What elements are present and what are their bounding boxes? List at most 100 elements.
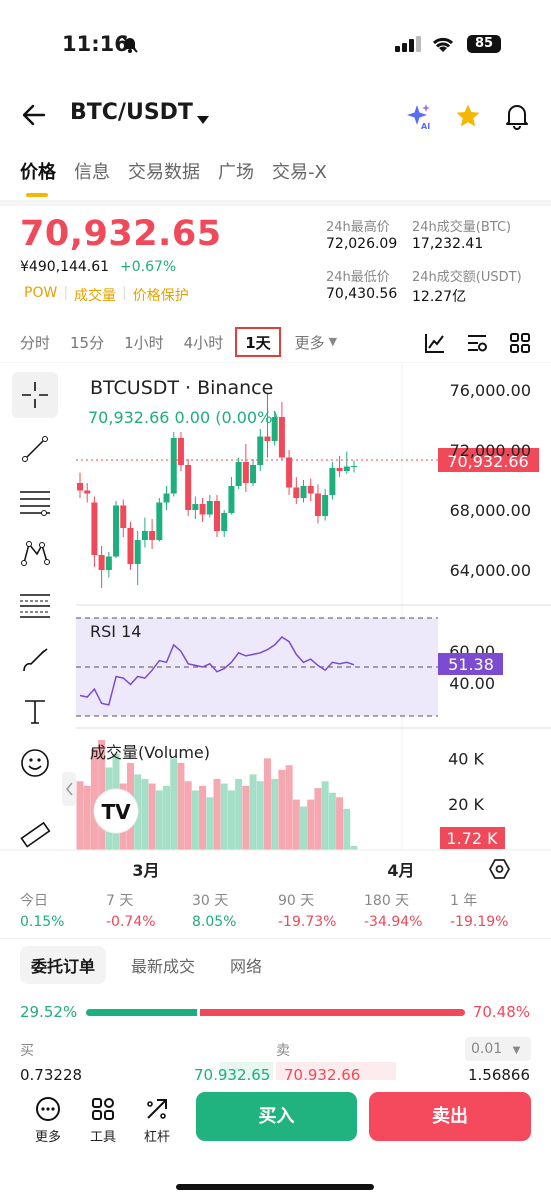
- volume-bar: [199, 785, 207, 850]
- volume-bar: [321, 781, 329, 850]
- change-percent: +0.67%: [120, 259, 177, 275]
- ai-sparkle-icon[interactable]: AI: [405, 102, 433, 134]
- timeframe-1d[interactable]: 1天: [235, 327, 281, 357]
- tools-button[interactable]: 工具: [83, 1096, 123, 1145]
- volume-bar: [83, 785, 91, 850]
- candle-body: [141, 531, 148, 540]
- trend-line-icon[interactable]: [12, 426, 58, 472]
- timeframe-line[interactable]: 分时: [20, 332, 50, 357]
- precision-select[interactable]: 0.01 ▼: [465, 1037, 531, 1061]
- perf-label: 7 天: [106, 893, 134, 909]
- tab-price[interactable]: 价格: [20, 158, 56, 184]
- leverage-button[interactable]: 杠杆: [137, 1096, 177, 1145]
- tab-recent-trades[interactable]: 最新成交: [131, 953, 195, 977]
- hexagon-settings-icon[interactable]: [488, 859, 511, 879]
- svg-text:TV: TV: [101, 800, 131, 824]
- bell-icon[interactable]: [504, 102, 530, 134]
- candle-body: [343, 466, 350, 471]
- vol-btc-value: 17,232.41: [412, 236, 484, 252]
- tab-trade-x[interactable]: 交易-X: [272, 158, 327, 184]
- sell-column-label: 卖: [276, 1043, 290, 1059]
- chevron-down-icon: ▼: [512, 1045, 521, 1056]
- volume-bar: [170, 758, 178, 850]
- volume-bar: [163, 785, 171, 850]
- candle-body: [185, 465, 192, 510]
- perf-value: -19.73%: [278, 914, 337, 930]
- buy-ratio-percent: 29.52%: [20, 1003, 78, 1021]
- tab-info[interactable]: 信息: [74, 158, 110, 184]
- price-axis-tick: 72,000.00: [450, 441, 531, 460]
- tools-grid-icon: [92, 1098, 114, 1120]
- fib-retracement-icon[interactable]: [12, 583, 58, 629]
- buy-button[interactable]: 买入: [196, 1092, 357, 1141]
- tab-square[interactable]: 广场: [218, 158, 254, 184]
- wifi-icon: [431, 35, 455, 57]
- volume-bar: [206, 797, 214, 850]
- star-icon[interactable]: [455, 103, 481, 133]
- layout-grid-icon[interactable]: [509, 332, 531, 358]
- indicator-icon[interactable]: [424, 332, 446, 358]
- tab-trading-data[interactable]: 交易数据: [128, 158, 200, 184]
- candle-body: [264, 436, 271, 441]
- volume-bar: [271, 778, 279, 850]
- tag-volume[interactable]: 成交量: [74, 285, 116, 305]
- low-24h-label: 24h最低价: [326, 270, 390, 285]
- candle-body: [120, 505, 127, 528]
- tag-pow[interactable]: POW: [24, 285, 57, 305]
- tab-network[interactable]: 网络: [230, 953, 262, 977]
- candle-body: [149, 531, 156, 540]
- volume-bar: [177, 762, 185, 850]
- sell-button[interactable]: 卖出: [369, 1092, 531, 1141]
- timeframe-15m[interactable]: 15分: [70, 332, 104, 357]
- brush-icon[interactable]: [12, 637, 58, 683]
- parallel-lines-icon[interactable]: [12, 479, 58, 525]
- silent-bell-icon: [120, 34, 140, 58]
- cny-price: ¥490,144.61: [20, 259, 110, 275]
- price-chart[interactable]: 70,932.66 BTCUSDT · Binance 70,932.66 0.…: [0, 362, 551, 882]
- perf-value: 0.15%: [20, 914, 65, 930]
- candle-body: [329, 468, 336, 495]
- pair-dropdown-icon[interactable]: [196, 110, 210, 129]
- timeframe-4h[interactable]: 4小时: [184, 332, 224, 357]
- text-tool-icon[interactable]: [12, 688, 58, 734]
- timeframe-1h[interactable]: 1小时: [124, 332, 164, 357]
- crosshair-icon[interactable]: [12, 372, 58, 418]
- sell-ratio-bar: [200, 1009, 465, 1016]
- chart-symbol-label: BTCUSDT · Binance: [90, 377, 273, 399]
- tag-price-protection[interactable]: 价格保护: [133, 285, 189, 305]
- rsi-axis-tick: 40.00: [449, 674, 495, 693]
- pair-title[interactable]: BTC/USDT: [70, 100, 193, 125]
- volume-bar: [292, 799, 300, 850]
- candle-body: [293, 487, 300, 498]
- leverage-label: 杠杆: [143, 1130, 170, 1145]
- x-label-april: 4月: [387, 861, 414, 880]
- perf-label: 180 天: [364, 893, 410, 909]
- collapse-toolbar-icon[interactable]: [62, 772, 76, 806]
- vol-btc-label: 24h成交量(BTC): [412, 220, 512, 235]
- x-label-march: 3月: [132, 861, 159, 880]
- perf-label: 1 年: [450, 893, 478, 909]
- chart-settings-icon[interactable]: [466, 332, 488, 358]
- rsi-value-tag: 51.38: [448, 655, 494, 674]
- status-time: 11:16: [62, 32, 129, 56]
- timeframe-more[interactable]: 更多: [295, 332, 325, 357]
- volume-bar: [249, 774, 257, 850]
- volume-axis-tick: 40 K: [448, 749, 484, 768]
- back-arrow-icon[interactable]: [22, 104, 46, 130]
- pattern-icon[interactable]: [12, 530, 58, 576]
- tab-order-book[interactable]: 委托订单: [20, 946, 107, 984]
- volume-bar: [256, 781, 264, 850]
- ruler-icon[interactable]: [12, 812, 58, 858]
- emoji-icon[interactable]: [12, 740, 58, 786]
- more-dropdown-icon[interactable]: ▼: [329, 332, 337, 357]
- perf-label: 30 天: [192, 893, 229, 909]
- more-button[interactable]: 更多: [28, 1096, 68, 1145]
- volume-bar: [278, 769, 286, 850]
- chart-ohlc: 70,932.66 0.00 (0.00%): [88, 408, 279, 427]
- candle-body: [156, 502, 163, 540]
- candle-body: [322, 495, 329, 516]
- volume-bar: [191, 790, 199, 850]
- volume-value-tag: 1.72 K: [446, 829, 498, 848]
- volume-bar: [220, 783, 228, 850]
- perf-label: 今日: [20, 893, 48, 909]
